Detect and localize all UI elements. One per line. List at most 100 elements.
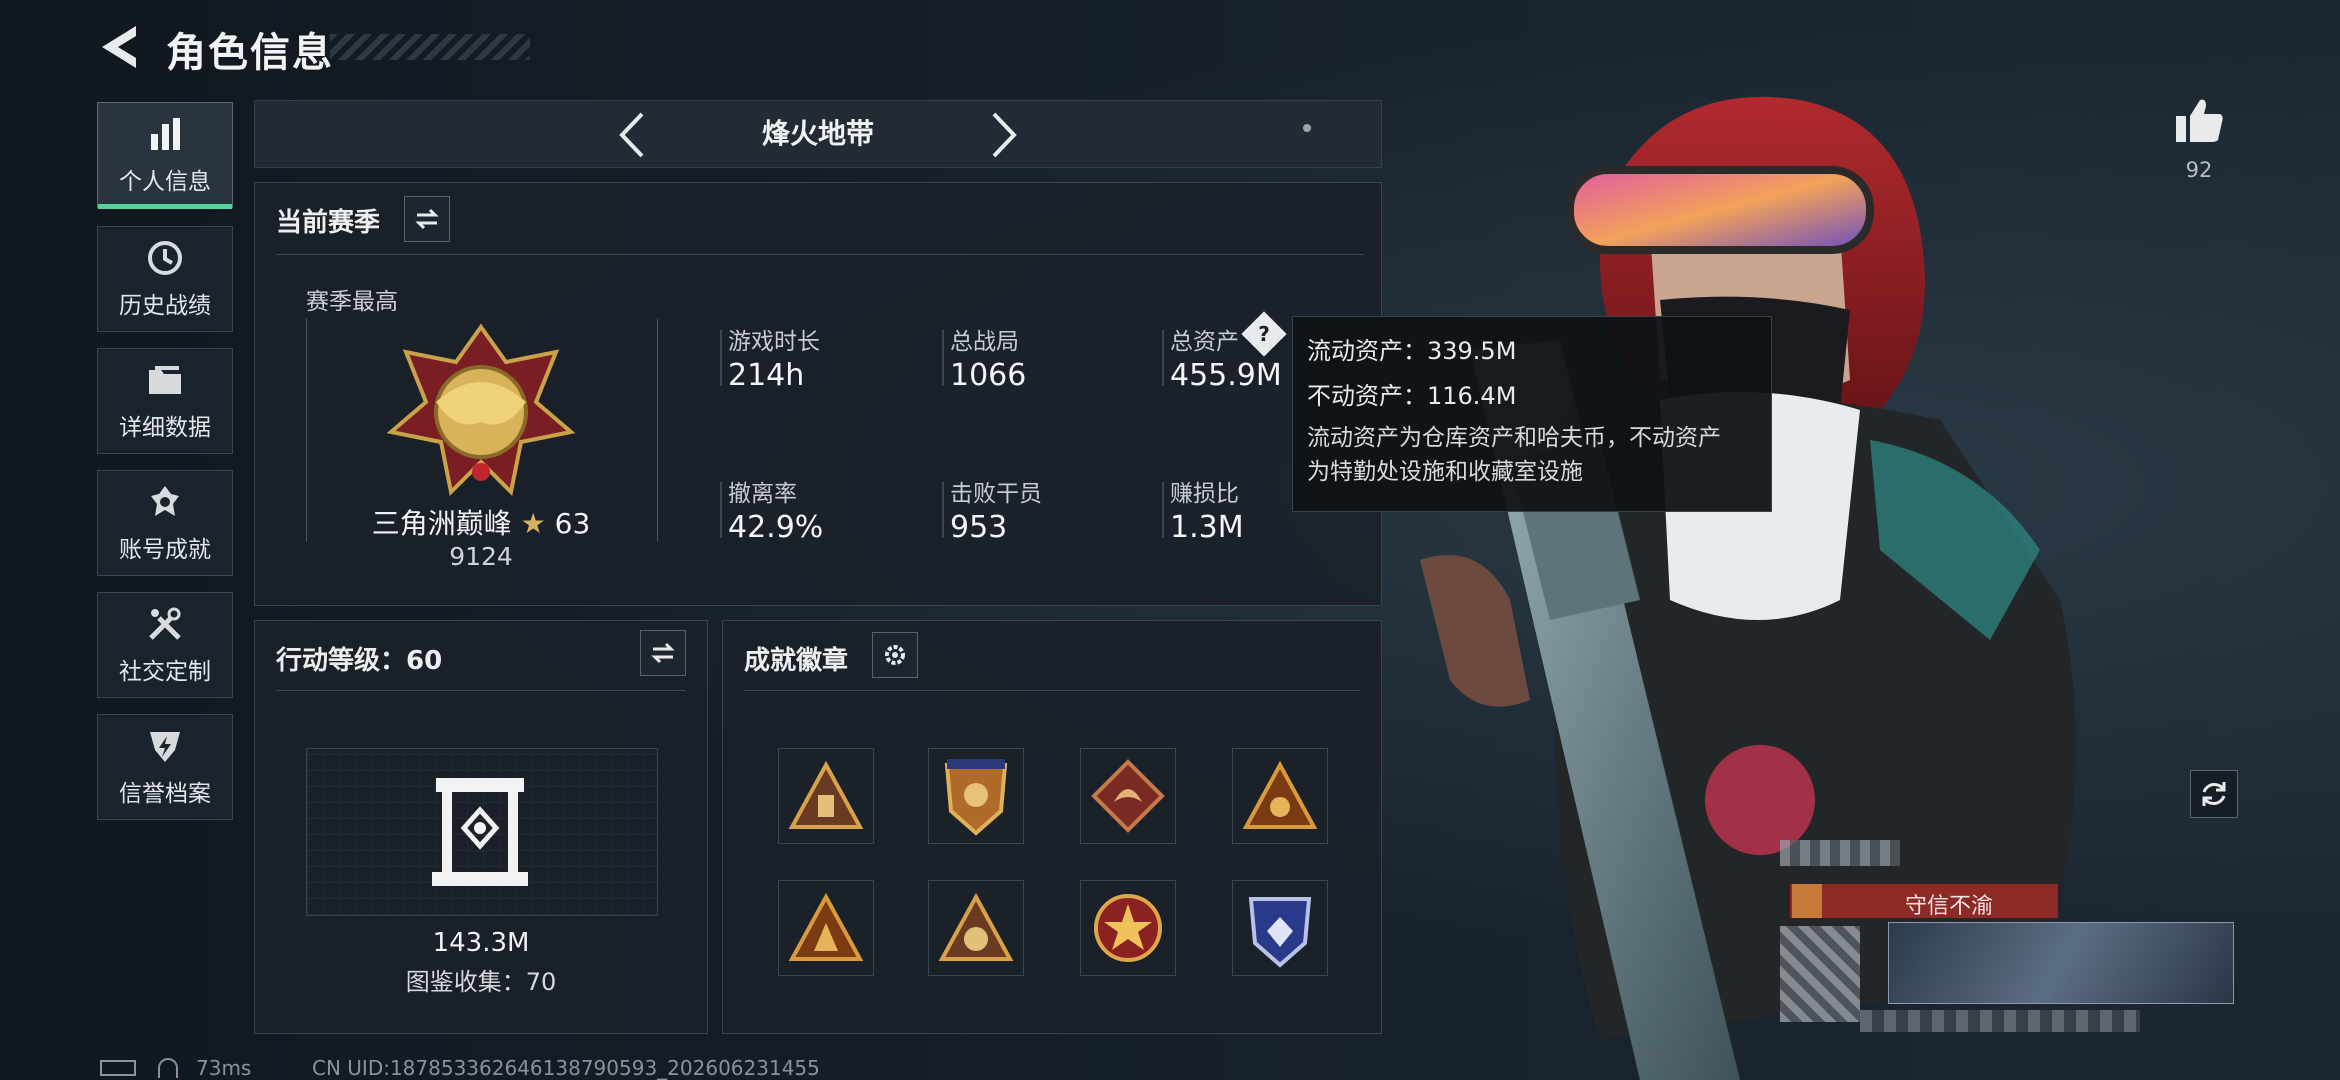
wifi-icon <box>158 1058 178 1078</box>
sidebar-item-label: 社交定制 <box>119 659 211 685</box>
season-title: 当前赛季 <box>276 208 381 238</box>
sidebar-item-label: 历史战绩 <box>119 293 211 319</box>
stat-separator <box>1162 330 1164 386</box>
triangle-badge-icon <box>788 893 864 961</box>
badge-8[interactable] <box>1232 880 1328 976</box>
asset-tooltip: 流动资产：339.5M 不动资产：116.4M 流动资产为仓库资产和哈夫币，不动… <box>1292 316 1772 512</box>
badge-5[interactable] <box>778 880 874 976</box>
page-title: 角色信息 <box>166 30 334 76</box>
sidebar-item-history[interactable]: 历史战绩 <box>97 226 233 332</box>
stat-label-total-assets: 总资产 <box>1170 329 1239 355</box>
triangle-badge-icon <box>788 761 864 829</box>
badge-6[interactable] <box>928 880 1024 976</box>
sidebar-item-label: 信誉档案 <box>119 781 211 807</box>
badge-7[interactable] <box>1080 880 1176 976</box>
stat-separator <box>1162 482 1164 538</box>
stat-separator <box>942 330 944 386</box>
badge-2[interactable] <box>928 748 1024 844</box>
shield-badge-icon <box>944 759 1008 836</box>
ping-value: 73ms <box>196 1056 252 1080</box>
gear-icon <box>885 645 905 665</box>
star-icon: ★ <box>520 507 546 540</box>
player-uid: CN UID:18785336264613879059​3_2026062314… <box>312 1056 820 1080</box>
swap-icon <box>415 208 439 230</box>
divider <box>276 690 686 691</box>
triangle-badge-icon <box>1242 761 1318 829</box>
blurred-info <box>1860 1010 2140 1032</box>
stat-value-playtime: 214h <box>728 358 805 393</box>
bar-chart-icon <box>151 118 180 150</box>
sidebar-item-social-custom[interactable]: 社交定制 <box>97 592 233 698</box>
shield-bolt-icon <box>150 732 180 762</box>
stat-label-kills: 击败干员 <box>950 481 1042 507</box>
history-icon <box>148 241 182 275</box>
season-best-label: 赛季最高 <box>306 289 398 315</box>
badge-3[interactable] <box>1080 748 1176 844</box>
sidebar-item-label: 详细数据 <box>119 415 211 441</box>
switch-level-button[interactable] <box>640 630 686 676</box>
blurred-avatar <box>1780 926 1860 1022</box>
next-mode-arrow-icon[interactable] <box>990 110 1020 160</box>
sidebar-item-achievements[interactable]: 账号成就 <box>97 470 233 576</box>
thumbs-up-icon[interactable] <box>2174 96 2224 144</box>
stat-value-total-assets: 455.9M <box>1170 358 1282 393</box>
tooltip-liquid-assets: 流动资产：339.5M <box>1307 337 1517 365</box>
sidebar-item-label: 账号成就 <box>119 537 211 563</box>
tooltip-description-line-1: 流动资产为仓库资产和哈夫币，不动资产 <box>1307 425 1721 451</box>
refresh-icon <box>2202 782 2226 806</box>
stat-value-total-matches: 1066 <box>950 358 1027 393</box>
player-card[interactable]: 守信不渝 <box>1780 840 2236 1040</box>
badges-title: 成就徽章 <box>744 646 849 676</box>
stat-value-profit-ratio: 1.3M <box>1170 510 1244 545</box>
sidebar-item-detailed-data[interactable]: 详细数据 <box>97 348 233 454</box>
folder-icon <box>149 366 181 394</box>
dragon-badge-icon <box>1091 759 1165 833</box>
rotate-view-button[interactable] <box>2190 770 2238 818</box>
achievement-icon <box>151 486 179 516</box>
badge-1[interactable] <box>778 748 874 844</box>
stat-separator <box>720 482 722 538</box>
tooltip-description-line-2: 为特勤处设施和收藏室设施 <box>1307 459 1583 485</box>
stat-label-total-matches: 总战局 <box>950 329 1019 355</box>
sidebar-item-label: 个人信息 <box>119 169 211 195</box>
rank-emblem-icon <box>386 323 576 497</box>
tooltip-fixed-assets: 不动资产：116.4M <box>1307 382 1517 410</box>
title-tag-icon <box>1792 884 1822 918</box>
shield-badge-icon <box>1248 897 1312 968</box>
title-decoration <box>330 34 530 60</box>
sidebar-item-personal-info[interactable]: 个人信息 <box>97 102 233 209</box>
stat-label-playtime: 游戏时长 <box>728 329 820 355</box>
sidebar-item-credit-record[interactable]: 信誉档案 <box>97 714 233 820</box>
tools-icon <box>149 607 181 640</box>
mode-title: 烽火地带 <box>761 117 874 150</box>
stat-label-profit-ratio: 赚损比 <box>1170 481 1239 507</box>
action-level-title: 行动等级：60 <box>276 646 443 676</box>
badge-settings-button[interactable] <box>872 632 918 678</box>
star-badge-icon <box>1094 894 1162 962</box>
rank-name: 三角洲巅峰 <box>371 507 512 540</box>
collection-value: 143.3M <box>432 928 530 958</box>
rank-name-row: 三角洲巅峰 ★ 63 <box>306 502 656 542</box>
stat-separator <box>942 482 944 538</box>
stat-label-extract-rate: 撤离率 <box>728 481 797 507</box>
swap-icon <box>651 642 675 664</box>
title-tag-text: 守信不渝 <box>1904 894 1993 919</box>
triangle-badge-icon <box>938 893 1014 961</box>
stat-value-extract-rate: 42.9% <box>728 510 824 545</box>
rank-points: 9124 <box>449 542 513 571</box>
switch-season-button[interactable] <box>404 196 450 242</box>
stat-value-kills: 953 <box>950 510 1008 545</box>
battery-icon <box>100 1060 136 1076</box>
back-arrow-icon[interactable] <box>96 22 142 72</box>
divider <box>276 254 1364 255</box>
rank-stars: 63 <box>554 507 591 540</box>
display-case-icon <box>432 778 528 886</box>
name-card-banner <box>1888 922 2234 1004</box>
blurred-name <box>1780 840 1900 866</box>
badge-4[interactable] <box>1232 748 1328 844</box>
divider <box>744 690 1360 691</box>
collection-label: 图鉴收集：70 <box>405 968 557 996</box>
like-count: 92 <box>2185 158 2213 182</box>
stat-separator <box>720 330 722 386</box>
dot-indicator <box>1303 124 1311 132</box>
